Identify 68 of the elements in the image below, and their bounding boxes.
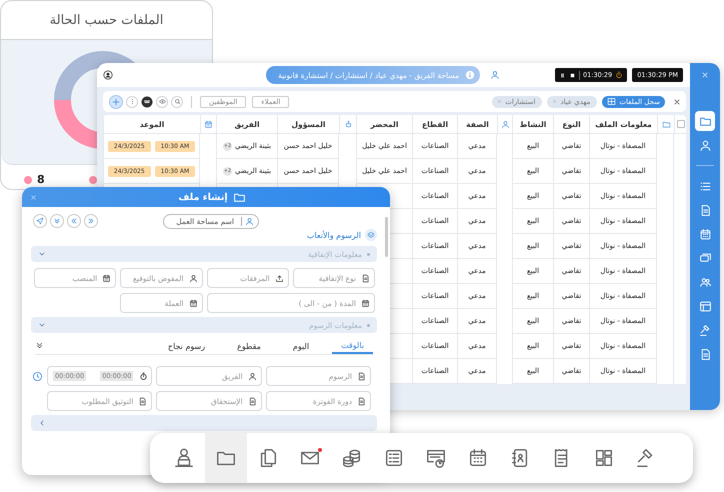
eye-icon — [158, 98, 166, 105]
legend-dot — [24, 176, 32, 184]
double-chevron-icon — [53, 217, 61, 225]
view-button[interactable] — [156, 96, 168, 108]
upload-icon — [274, 274, 284, 282]
user-icon — [248, 372, 257, 380]
nav-button[interactable] — [33, 214, 47, 228]
search-icon — [174, 98, 180, 105]
section-title: الرسوم والأتعاب — [306, 230, 361, 240]
calendar-clock-icon — [425, 447, 447, 469]
document-icon — [357, 372, 366, 380]
double-chevron-icon[interactable] — [35, 341, 44, 350]
user-icon — [698, 138, 712, 152]
tab[interactable]: بالوقت — [332, 341, 373, 354]
tab[interactable]: اليوم — [284, 342, 318, 354]
calendar-icon — [204, 120, 213, 128]
user-icon — [245, 216, 254, 226]
window-icon — [698, 300, 712, 312]
tab[interactable]: رسوم نجاح — [158, 342, 214, 354]
user-icon — [188, 274, 198, 282]
stopwatch-icon — [615, 71, 624, 79]
calendar-icon — [188, 298, 198, 308]
dock-item[interactable] — [205, 433, 247, 483]
avatar-icon[interactable] — [103, 70, 113, 80]
dialog-title: إنشاء ملف — [178, 192, 228, 202]
remove-icon[interactable] — [497, 99, 502, 104]
close-icon[interactable] — [673, 98, 681, 106]
checklist-icon — [383, 447, 405, 469]
calendar-icon — [698, 228, 712, 240]
double-chevron-icon — [87, 217, 95, 225]
layers-icon — [365, 229, 377, 241]
calendar-icon — [467, 447, 489, 469]
users-icon — [698, 276, 712, 288]
folder-icon — [662, 120, 670, 128]
stopwatch-icon — [139, 372, 148, 380]
search-button[interactable] — [171, 96, 183, 108]
clock-icon[interactable] — [32, 370, 43, 382]
calendar-icon — [102, 274, 112, 282]
calendar-icon — [361, 298, 370, 308]
checkbox[interactable] — [676, 120, 684, 128]
user-icon — [500, 120, 510, 128]
cards-icon — [698, 252, 712, 264]
robot-icon — [344, 120, 352, 128]
document-icon — [361, 274, 370, 282]
gavel-icon — [698, 324, 712, 336]
nav-button[interactable] — [50, 214, 64, 228]
pause-icon[interactable] — [559, 72, 566, 78]
scrollbar[interactable] — [385, 217, 388, 257]
nav-button[interactable] — [84, 214, 98, 228]
double-chevron-icon — [70, 217, 78, 225]
laptop-user-icon — [173, 447, 195, 469]
send-icon — [36, 217, 44, 225]
grid-icon — [593, 447, 615, 469]
document-icon — [138, 396, 148, 406]
info-icon — [465, 70, 475, 80]
stop-icon[interactable] — [569, 72, 576, 78]
document-icon — [248, 396, 257, 406]
nav-button[interactable] — [67, 214, 81, 228]
sidebar-item[interactable] — [695, 111, 715, 131]
legend-dot — [88, 176, 97, 184]
tab[interactable]: مقطوع — [228, 342, 270, 354]
table-icon — [607, 97, 616, 106]
document-icon — [357, 396, 366, 406]
remove-icon[interactable] — [552, 99, 558, 104]
plus-icon — [111, 96, 121, 106]
add-button[interactable] — [109, 94, 123, 108]
coins-icon — [341, 447, 363, 469]
legend-value: 8 — [37, 173, 45, 186]
